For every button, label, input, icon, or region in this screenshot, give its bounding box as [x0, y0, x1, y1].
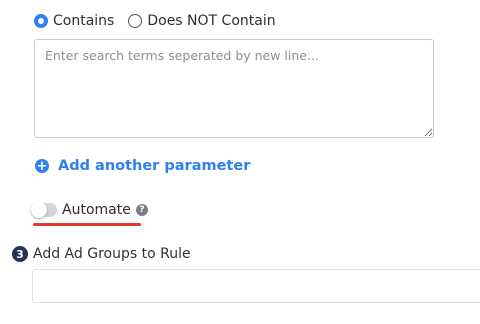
automate-row: Automate ?	[31, 200, 148, 220]
red-underline-annotation	[33, 223, 141, 226]
step-number-badge: 3	[12, 246, 28, 262]
radio-selected-icon[interactable]	[34, 14, 48, 28]
section-heading-add-ad-groups: 3 Add Ad Groups to Rule	[12, 244, 191, 264]
add-another-parameter-label: Add another parameter	[58, 158, 251, 174]
section-title: Add Ad Groups to Rule	[33, 246, 191, 262]
rule-editor: Contains Does NOT Contain + Add another …	[0, 0, 480, 324]
radio-contains[interactable]: Contains	[34, 13, 114, 29]
radio-does-not-contain[interactable]: Does NOT Contain	[128, 13, 276, 29]
automate-toggle[interactable]	[31, 202, 57, 218]
plus-circle-icon: +	[35, 158, 49, 174]
match-type-radio-group: Contains Does NOT Contain	[34, 10, 276, 32]
question-circle-icon[interactable]: ?	[135, 204, 148, 216]
ad-groups-input[interactable]	[32, 269, 480, 303]
automate-label: Automate	[62, 202, 131, 218]
radio-unselected-icon[interactable]	[128, 14, 143, 28]
add-another-parameter-button[interactable]: + Add another parameter	[35, 156, 250, 176]
toggle-knob	[31, 202, 47, 218]
search-terms-textarea[interactable]	[34, 39, 434, 138]
radio-contains-label: Contains	[53, 13, 115, 29]
radio-does-not-contain-label: Does NOT Contain	[147, 13, 276, 29]
